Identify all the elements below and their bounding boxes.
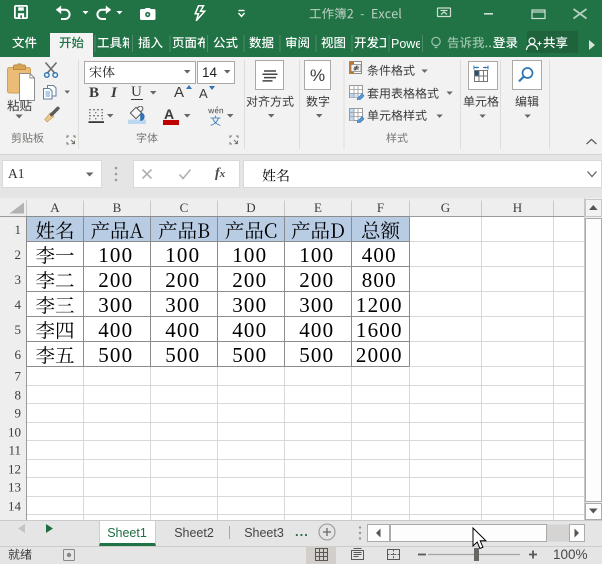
svg-text:100: 100 <box>165 243 200 267</box>
svg-text:200: 200 <box>299 268 334 292</box>
svg-text:D: D <box>246 200 255 215</box>
svg-text:5: 5 <box>15 322 22 337</box>
svg-text:F: F <box>377 200 384 215</box>
svg-text:800: 800 <box>362 268 397 292</box>
svg-text:6: 6 <box>15 347 22 362</box>
svg-text:E: E <box>314 200 322 215</box>
svg-text:400: 400 <box>165 318 200 342</box>
svg-text:100: 100 <box>98 243 133 267</box>
svg-text:9: 9 <box>15 406 22 421</box>
svg-text:1: 1 <box>15 222 22 237</box>
svg-text:300: 300 <box>299 293 334 317</box>
svg-text:13: 13 <box>8 480 21 495</box>
svg-text:400: 400 <box>232 318 267 342</box>
svg-text:400: 400 <box>98 318 133 342</box>
svg-text:10: 10 <box>8 425 21 440</box>
svg-text:12: 12 <box>8 462 21 477</box>
svg-text:300: 300 <box>232 293 267 317</box>
svg-text:14: 14 <box>8 499 22 514</box>
svg-text:200: 200 <box>98 268 133 292</box>
svg-text:200: 200 <box>165 268 200 292</box>
svg-text:2: 2 <box>15 247 22 262</box>
svg-text:C: C <box>180 200 189 215</box>
svg-text:G: G <box>441 200 450 215</box>
svg-text:100: 100 <box>299 243 334 267</box>
svg-text:1200: 1200 <box>356 293 403 317</box>
svg-text:500: 500 <box>299 343 334 367</box>
svg-text:500: 500 <box>165 343 200 367</box>
svg-text:1600: 1600 <box>356 318 403 342</box>
svg-text:500: 500 <box>98 343 133 367</box>
svg-text:8: 8 <box>15 388 22 403</box>
svg-text:7: 7 <box>15 369 22 384</box>
svg-text:H: H <box>513 200 522 215</box>
svg-text:2000: 2000 <box>356 343 403 367</box>
svg-text:400: 400 <box>299 318 334 342</box>
svg-text:A: A <box>50 200 60 215</box>
svg-text:300: 300 <box>165 293 200 317</box>
svg-text:11: 11 <box>8 443 21 458</box>
svg-text:500: 500 <box>232 343 267 367</box>
svg-text:200: 200 <box>232 268 267 292</box>
svg-text:3: 3 <box>15 272 22 287</box>
svg-text:100: 100 <box>232 243 267 267</box>
svg-text:400: 400 <box>362 243 397 267</box>
svg-text:300: 300 <box>98 293 133 317</box>
svg-text:4: 4 <box>15 297 22 312</box>
svg-text:B: B <box>113 200 122 215</box>
